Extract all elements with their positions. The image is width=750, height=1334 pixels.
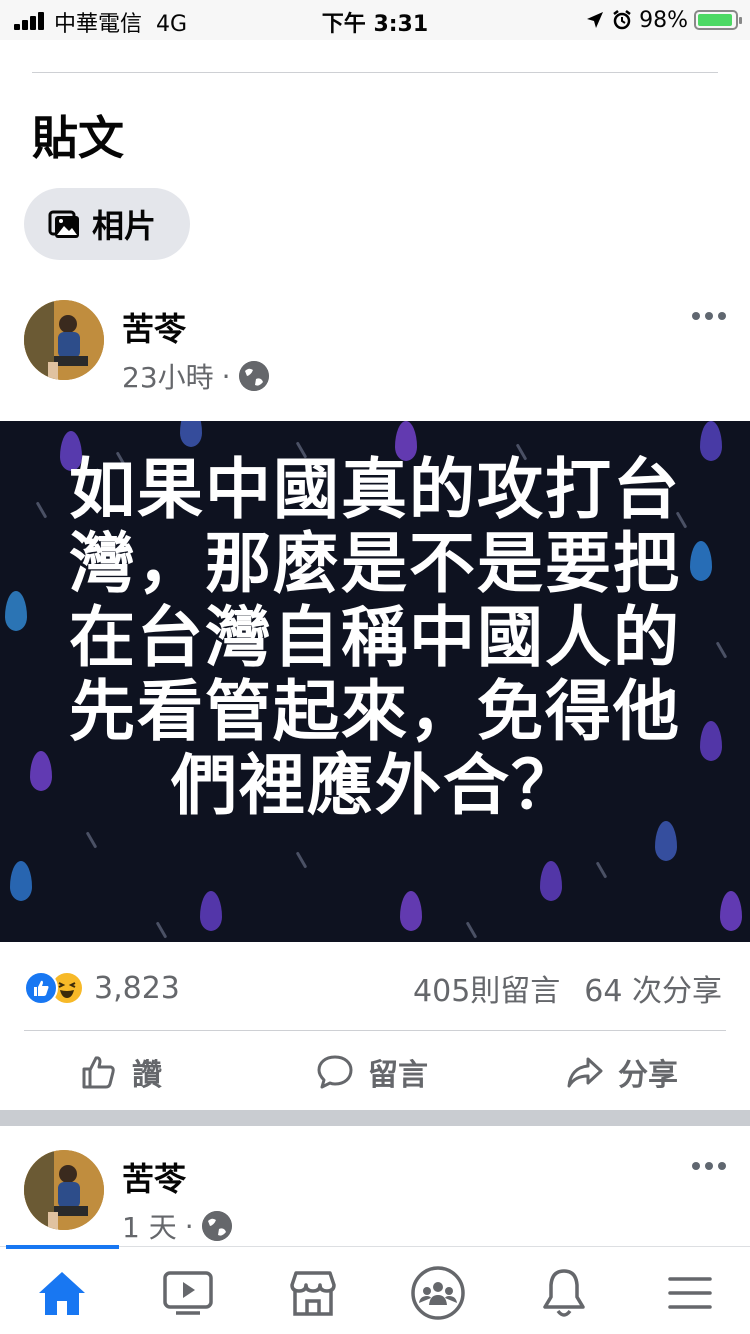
bottom-nav <box>0 1245 750 1334</box>
post-actions: 讚 留言 分享 <box>0 1032 750 1112</box>
section-title: 貼文 <box>32 111 124 165</box>
thumbs-up-icon <box>82 1056 115 1089</box>
avatar[interactable] <box>24 300 104 380</box>
comment-label: 留言 <box>368 1058 428 1093</box>
post-meta: 23小時 · <box>122 356 269 396</box>
post-time[interactable]: 23小時 <box>122 356 214 396</box>
post-image[interactable]: 如果中國真的攻打台灣，那麼是不是要把在台灣自稱中國人的先看管起來，免得他們裡應外… <box>0 421 750 942</box>
post-header: 苦苓 1 天 · <box>0 1150 750 1260</box>
post-time[interactable]: 1 天 <box>122 1206 177 1246</box>
battery-icon <box>694 10 742 30</box>
menu-icon[interactable] <box>660 1265 720 1321</box>
active-tab-indicator <box>6 1245 119 1249</box>
status-bar: 中華電信 4G 下午 3:31 98% <box>0 0 750 40</box>
author-name[interactable]: 苦苓 <box>122 304 186 350</box>
post-image-text: 如果中國真的攻打台灣，那麼是不是要把在台灣自稱中國人的先看管起來，免得他們裡應外… <box>69 451 681 824</box>
more-options-icon[interactable] <box>692 1156 726 1176</box>
comment-button[interactable]: 留言 <box>316 1032 428 1112</box>
meta-dot: · <box>184 1209 194 1243</box>
engagement-counts: 405則留言 64 次分享 <box>413 966 722 1010</box>
notifications-icon[interactable] <box>534 1265 594 1321</box>
like-reaction-icon <box>24 971 58 1005</box>
like-label: 讚 <box>132 1058 162 1093</box>
post-header: 苦苓 23小時 · <box>0 300 750 410</box>
like-button[interactable]: 讚 <box>80 1032 162 1112</box>
battery-percent: 98% <box>639 7 688 33</box>
photos-icon <box>48 210 79 238</box>
globe-icon <box>201 1211 232 1241</box>
location-icon <box>587 12 604 28</box>
meta-dot: · <box>221 359 231 393</box>
share-label: 分享 <box>618 1058 678 1093</box>
globe-icon <box>238 361 269 391</box>
reaction-summary[interactable]: 3,823 <box>24 966 180 1010</box>
status-right: 98% <box>585 6 742 34</box>
more-options-icon[interactable] <box>692 306 726 326</box>
feed-separator <box>0 1110 750 1126</box>
reaction-count: 3,823 <box>94 970 180 1006</box>
groups-icon[interactable] <box>408 1265 468 1321</box>
avatar[interactable] <box>24 1150 104 1230</box>
home-icon[interactable] <box>32 1265 92 1321</box>
alarm-icon <box>613 10 631 30</box>
comment-count[interactable]: 405則留言 <box>413 966 560 1010</box>
marketplace-icon[interactable] <box>283 1265 343 1321</box>
author-name[interactable]: 苦苓 <box>122 1154 186 1200</box>
divider <box>24 1030 726 1031</box>
post-meta: 1 天 · <box>122 1206 232 1246</box>
photos-label: 相片 <box>92 207 157 245</box>
share-button[interactable]: 分享 <box>566 1032 678 1112</box>
comment-icon <box>317 1055 353 1089</box>
share-count[interactable]: 64 次分享 <box>584 966 722 1010</box>
divider <box>32 72 718 73</box>
photos-button[interactable]: 相片 <box>24 188 190 260</box>
share-icon <box>567 1057 603 1088</box>
watch-icon[interactable] <box>158 1265 218 1321</box>
